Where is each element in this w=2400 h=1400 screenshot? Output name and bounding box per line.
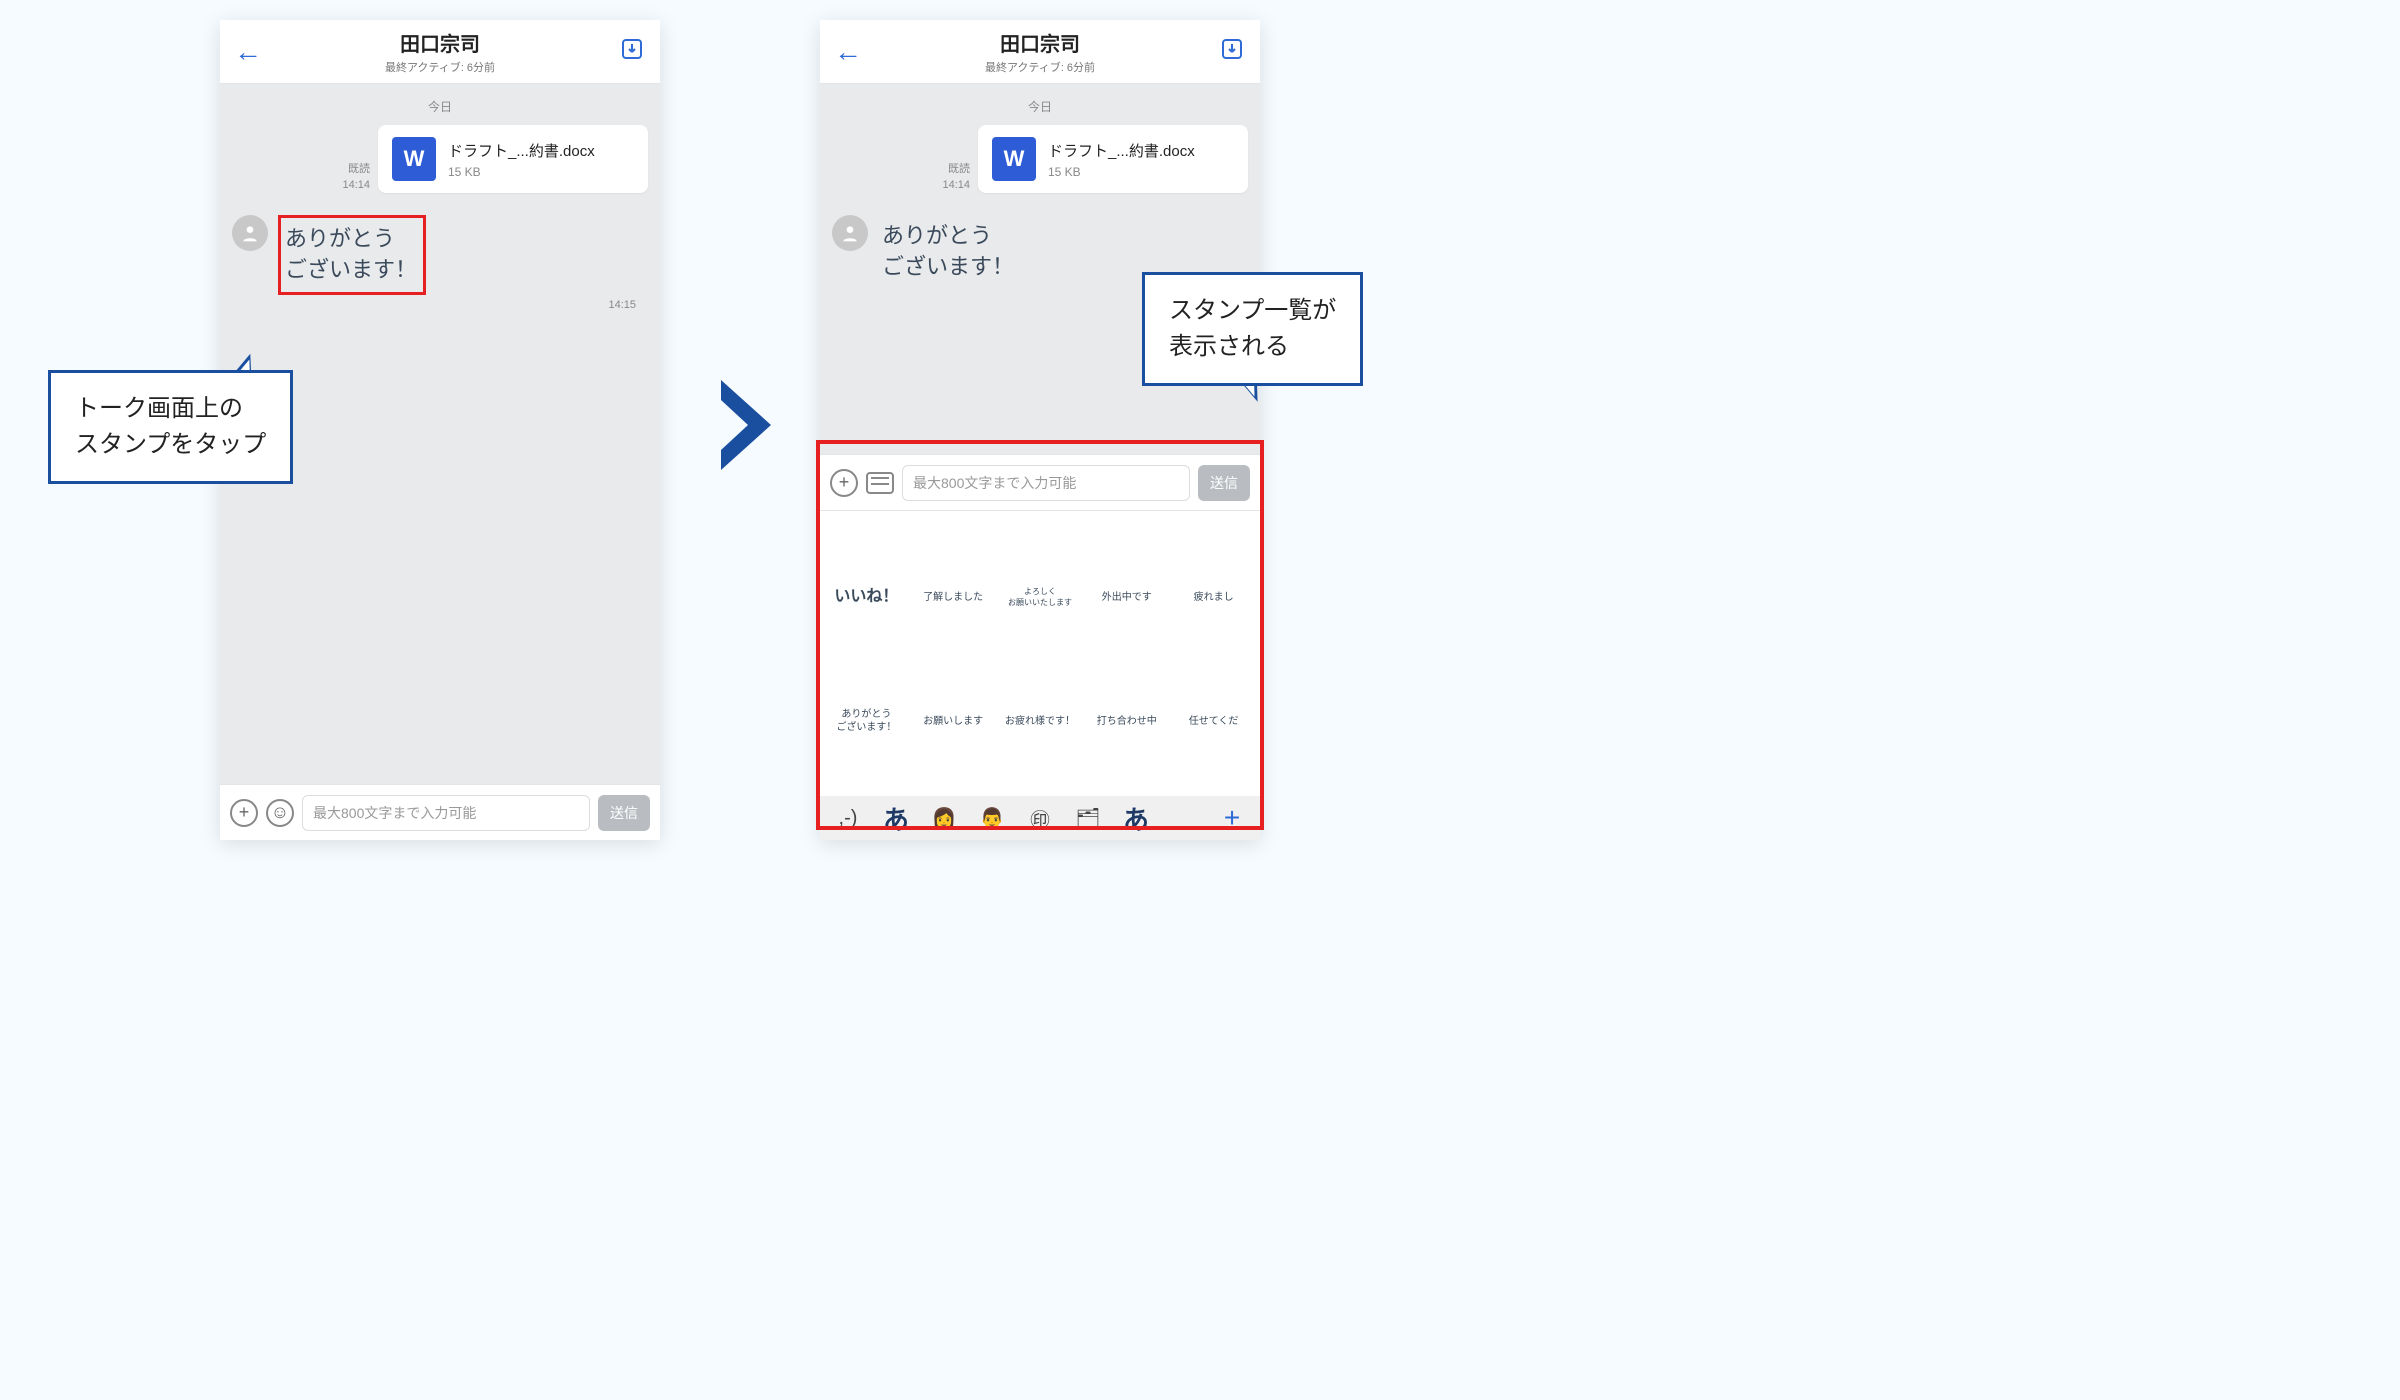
stamp-item[interactable]: お疲れ様です！ bbox=[1002, 665, 1079, 779]
received-stamp-row: ありがとう ございます！ bbox=[232, 215, 648, 295]
chat-subtitle: 最終アクティブ: 6分前 bbox=[266, 59, 614, 75]
back-button[interactable]: ← bbox=[830, 36, 866, 68]
stamp-item[interactable]: ありがとう ございます！ bbox=[828, 665, 905, 779]
stamp-category-tabs: ,-) あ 👩 👨 ㊞ 🗂 あ + bbox=[820, 796, 1260, 840]
chat-header: ← 田口宗司 最終アクティブ: 6分前 bbox=[820, 20, 1260, 84]
keyboard-button[interactable] bbox=[866, 472, 894, 494]
download-icon bbox=[1220, 37, 1244, 61]
chat-subtitle: 最終アクティブ: 6分前 bbox=[866, 59, 1214, 75]
message-input[interactable]: 最大800文字まで入力可能 bbox=[302, 795, 590, 831]
file-name: ドラフト_...約書.docx bbox=[1048, 140, 1195, 161]
file-attachment[interactable]: W ドラフト_...約書.docx 15 KB bbox=[378, 125, 648, 193]
chat-title: 田口宗司 bbox=[866, 28, 1214, 57]
word-doc-icon: W bbox=[392, 137, 436, 181]
stamp-item[interactable]: よろしく お願いいたします bbox=[1002, 541, 1079, 655]
person-icon bbox=[240, 223, 260, 243]
stamp-tab-avatar2[interactable]: 👨 bbox=[976, 806, 1008, 831]
stamp-item[interactable]: 疲れまし bbox=[1175, 541, 1252, 655]
avatar[interactable] bbox=[832, 215, 868, 251]
stamp-tab-misc[interactable]: 🗂 bbox=[1072, 806, 1104, 831]
stamp-tab-recent[interactable]: ,-) bbox=[832, 807, 864, 830]
stamp-tab-avatar1[interactable]: 👩 bbox=[928, 806, 960, 831]
sent-file-row: 既読 14:14 W ドラフト_...約書.docx 15 KB bbox=[232, 125, 648, 193]
stamp-panel: いいね！ 了解しました よろしく お願いいたします 外出中です 疲れまし ありが… bbox=[820, 510, 1260, 840]
chat-body: 今日 既読 14:14 W ドラフト_...約書.docx 15 KB ありがと… bbox=[820, 84, 1260, 454]
download-icon bbox=[620, 37, 644, 61]
read-meta: 既読 14:14 bbox=[942, 162, 970, 193]
file-size: 15 KB bbox=[448, 165, 595, 179]
word-doc-icon: W bbox=[992, 137, 1036, 181]
stamp-item[interactable]: いいね！ bbox=[828, 541, 905, 655]
send-button[interactable]: 送信 bbox=[598, 795, 650, 831]
flow-arrow-icon bbox=[716, 380, 776, 475]
file-attachment[interactable]: W ドラフト_...約書.docx 15 KB bbox=[978, 125, 1248, 193]
stamp-item[interactable]: お願いします bbox=[915, 665, 992, 779]
download-button[interactable] bbox=[614, 37, 650, 66]
input-bar: + ☺ 最大800文字まで入力可能 送信 bbox=[220, 784, 660, 840]
stamp-time: 14:15 bbox=[232, 299, 636, 311]
read-meta: 既読 14:14 bbox=[342, 162, 370, 193]
callout-left: トーク画面上の スタンプをタップ bbox=[48, 370, 293, 484]
phone-screen-after: ← 田口宗司 最終アクティブ: 6分前 今日 既読 14:14 W ドラフト_.… bbox=[820, 20, 1260, 840]
attach-button[interactable]: + bbox=[830, 469, 858, 497]
person-icon bbox=[840, 223, 860, 243]
stamp-item[interactable]: 任せてくだ bbox=[1175, 665, 1252, 779]
date-separator: 今日 bbox=[232, 98, 648, 115]
stamp-tab-text2[interactable]: あ bbox=[1120, 800, 1152, 837]
input-bar: + 最大800文字まで入力可能 送信 bbox=[820, 454, 1260, 510]
send-button[interactable]: 送信 bbox=[1198, 465, 1250, 501]
file-size: 15 KB bbox=[1048, 165, 1195, 179]
stamp-tab-seal[interactable]: ㊞ bbox=[1024, 804, 1056, 833]
download-button[interactable] bbox=[1214, 37, 1250, 66]
emoji-button[interactable]: ☺ bbox=[266, 799, 294, 827]
stamp-message[interactable]: ありがとう ございます！ bbox=[878, 215, 1020, 289]
stamp-message[interactable]: ありがとう ございます！ bbox=[278, 215, 426, 295]
stamp-item[interactable]: 外出中です bbox=[1088, 541, 1165, 655]
avatar[interactable] bbox=[232, 215, 268, 251]
stamp-tab-text[interactable]: あ bbox=[880, 800, 912, 837]
back-button[interactable]: ← bbox=[230, 36, 266, 68]
date-separator: 今日 bbox=[832, 98, 1248, 115]
chat-header: ← 田口宗司 最終アクティブ: 6分前 bbox=[220, 20, 660, 84]
attach-button[interactable]: + bbox=[230, 799, 258, 827]
stamp-grid: いいね！ 了解しました よろしく お願いいたします 外出中です 疲れまし ありが… bbox=[820, 511, 1260, 796]
file-name: ドラフト_...約書.docx bbox=[448, 140, 595, 161]
callout-right: スタンプ一覧が 表示される bbox=[1142, 272, 1363, 386]
stamp-tab-add[interactable]: + bbox=[1216, 802, 1248, 834]
stamp-item[interactable]: 打ち合わせ中 bbox=[1088, 665, 1165, 779]
chat-title: 田口宗司 bbox=[266, 28, 614, 57]
message-input[interactable]: 最大800文字まで入力可能 bbox=[902, 465, 1190, 501]
sent-file-row: 既読 14:14 W ドラフト_...約書.docx 15 KB bbox=[832, 125, 1248, 193]
stamp-item[interactable]: 了解しました bbox=[915, 541, 992, 655]
